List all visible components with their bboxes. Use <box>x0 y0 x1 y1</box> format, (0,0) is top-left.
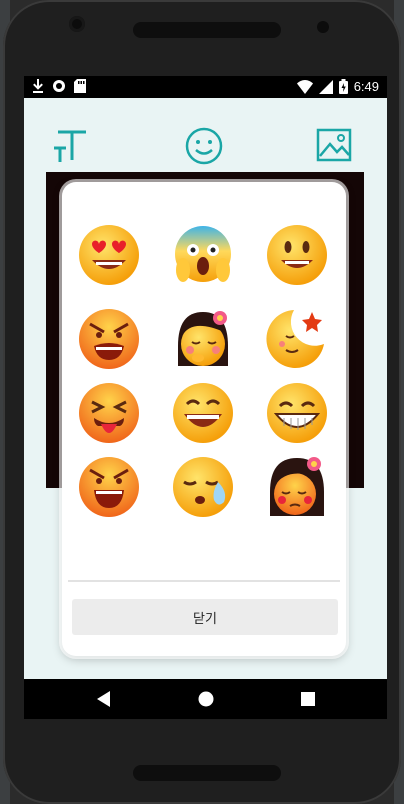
circle-status-icon <box>53 80 65 92</box>
big-grin-emoji[interactable] <box>264 380 330 446</box>
laughing-emoji[interactable] <box>170 380 236 446</box>
smiling-emoji[interactable] <box>264 222 330 288</box>
app-content: 닫기 <box>24 98 387 679</box>
emoji-picker-dialog: 닫기 <box>62 182 346 656</box>
home-icon[interactable] <box>194 687 218 711</box>
editor-toolbar <box>24 98 387 168</box>
signal-icon <box>318 79 333 94</box>
battery-icon <box>338 79 348 94</box>
tongue-squint-emoji[interactable] <box>76 380 142 446</box>
device-screen: 6:49 닫기 <box>24 76 387 719</box>
heart-eyes-emoji[interactable] <box>76 222 142 288</box>
navigation-bar <box>24 679 387 719</box>
moon-star-emoji[interactable] <box>264 306 330 372</box>
wifi-icon <box>296 79 313 94</box>
download-icon <box>33 79 43 93</box>
recents-icon[interactable] <box>296 687 320 711</box>
sd-card-icon <box>74 79 86 93</box>
bottom-speaker <box>133 765 281 781</box>
screaming-emoji[interactable] <box>170 222 236 288</box>
shy-girl-emoji[interactable] <box>170 306 236 372</box>
status-bar: 6:49 <box>24 76 387 98</box>
image-tool-icon[interactable] <box>314 126 354 166</box>
emoji-tool-icon[interactable] <box>184 126 224 166</box>
front-camera <box>69 16 85 32</box>
furious-emoji[interactable] <box>76 454 142 520</box>
status-time: 6:49 <box>353 79 379 94</box>
proximity-sensor <box>317 21 329 33</box>
dialog-divider <box>68 580 340 582</box>
text-tool-icon[interactable] <box>52 126 92 166</box>
angry-grin-emoji[interactable] <box>76 306 142 372</box>
close-button[interactable]: 닫기 <box>72 599 338 635</box>
blushing-girl-emoji[interactable] <box>264 454 330 520</box>
earpiece-speaker <box>133 22 281 38</box>
sleepy-emoji[interactable] <box>170 454 236 520</box>
back-icon[interactable] <box>92 687 116 711</box>
